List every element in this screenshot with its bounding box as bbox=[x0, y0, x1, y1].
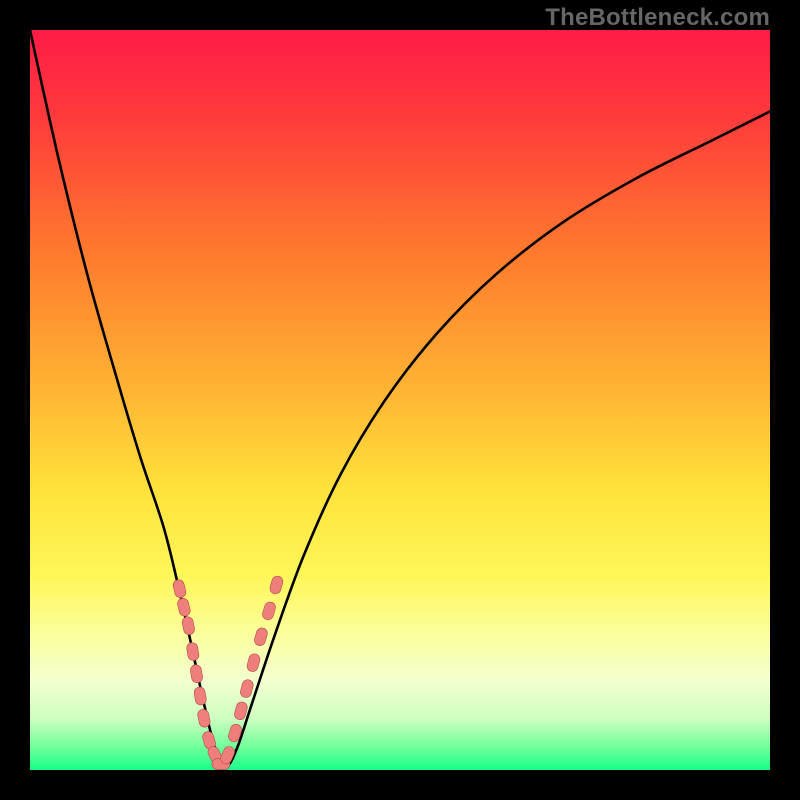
marker bbox=[172, 579, 187, 599]
marker bbox=[197, 708, 211, 728]
marker bbox=[181, 616, 195, 636]
marker bbox=[239, 678, 254, 698]
bottleneck-curve bbox=[30, 30, 770, 766]
marker bbox=[246, 653, 261, 673]
marker bbox=[261, 601, 277, 621]
watermark-label: TheBottleneck.com bbox=[545, 4, 770, 32]
marker bbox=[190, 664, 204, 684]
marker bbox=[176, 597, 191, 617]
marker bbox=[253, 627, 269, 647]
marker bbox=[269, 575, 285, 595]
marker-group bbox=[172, 575, 284, 770]
marker bbox=[193, 686, 207, 706]
marker bbox=[186, 642, 200, 662]
chart-frame: TheBottleneck.com bbox=[0, 0, 800, 800]
curve-layer bbox=[30, 30, 770, 770]
